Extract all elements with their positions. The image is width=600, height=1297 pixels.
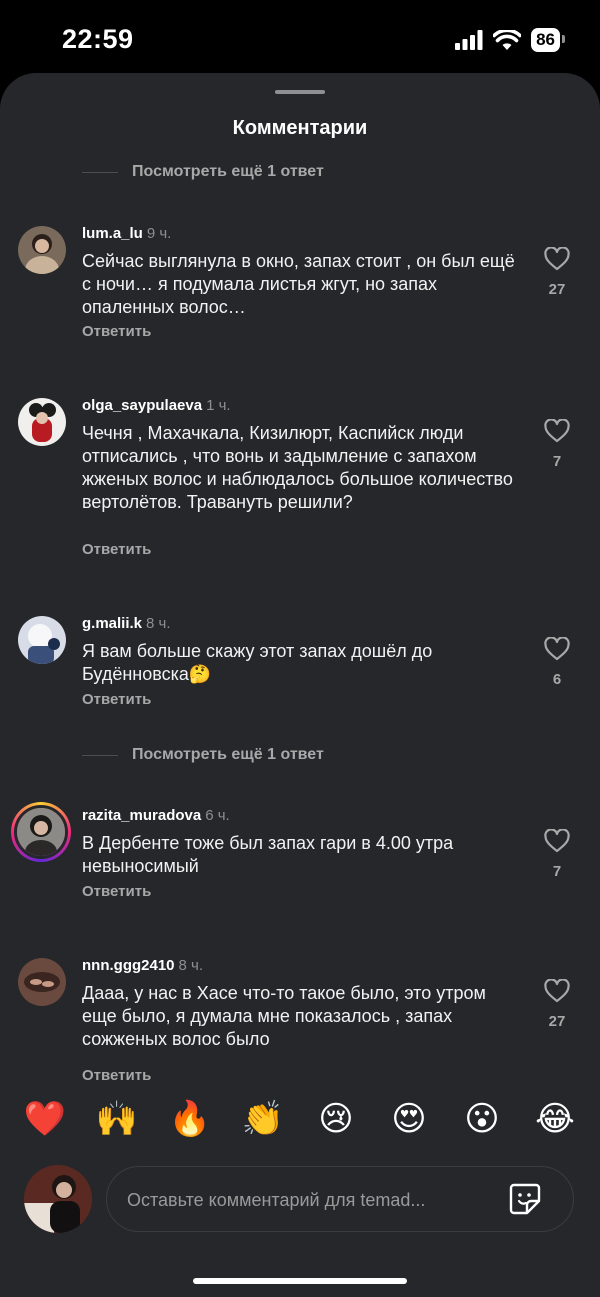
comment-input[interactable] xyxy=(125,1185,489,1215)
heart-outline-icon xyxy=(544,247,570,271)
avatar-with-story-ring[interactable] xyxy=(11,802,71,862)
like-count: 7 xyxy=(552,453,562,470)
comment-time: 9 ч. xyxy=(146,225,172,242)
comment-item: g.malii.k 8 ч. Я вам больше скажу этот за… xyxy=(0,615,600,736)
comment-username[interactable]: razita_muradova xyxy=(82,807,201,824)
reaction-heart-eyes[interactable]: 😍 xyxy=(386,1096,432,1142)
heart-outline-icon xyxy=(544,637,570,661)
comments-list[interactable]: Посмотреть ещё 1 ответ lum.a_lu 9 ч. Сейч… xyxy=(0,158,600,1148)
comment-time: 6 ч. xyxy=(205,807,230,824)
comment-item: nnn.ggg2410 8 ч. Дааа, у нас в Хасе что-т… xyxy=(0,957,600,1098)
view-more-replies-label: Посмотреть ещё 1 ответ xyxy=(132,163,324,180)
divider-line xyxy=(82,754,118,756)
status-time: 22:59 xyxy=(62,24,134,54)
avatar[interactable] xyxy=(18,958,66,1006)
like-button[interactable]: 27 xyxy=(540,979,574,1030)
cellular-signal-icon xyxy=(455,30,483,50)
wifi-icon xyxy=(493,30,522,50)
like-button[interactable]: 27 xyxy=(540,247,574,298)
reply-button[interactable]: Ответить xyxy=(82,691,151,708)
comment-username[interactable]: olga_saypulaeva xyxy=(82,397,202,414)
home-indicator xyxy=(193,1278,407,1284)
reply-button[interactable]: Ответить xyxy=(82,541,151,558)
comment-username[interactable]: lum.a_lu xyxy=(82,225,143,242)
comment-header: g.malii.k 8 ч. xyxy=(82,615,171,632)
comment-item: olga_saypulaeva 1 ч. Чечня , Махачкала, К… xyxy=(0,397,600,578)
comment-text: В Дербенте тоже был запах гари в 4.00 ут… xyxy=(82,833,454,876)
comment-time: 1 ч. xyxy=(206,397,231,414)
like-count: 6 xyxy=(552,671,562,688)
current-user-avatar xyxy=(24,1165,92,1233)
comment-text: Я вам больше скажу этот запах дошёл до Б… xyxy=(82,641,433,684)
battery-indicator: 86 xyxy=(531,28,565,52)
comment-header: lum.a_lu 9 ч. xyxy=(82,225,171,242)
reaction-fire[interactable]: 🔥 xyxy=(167,1096,213,1142)
avatar[interactable] xyxy=(18,616,66,664)
comment-username[interactable]: g.malii.k xyxy=(82,615,142,632)
sticker-icon[interactable] xyxy=(507,1181,543,1217)
comment-time: 8 ч. xyxy=(178,957,204,974)
comment-text: Дааа, у нас в Хасе что-то такое было, эт… xyxy=(82,983,486,1049)
avatar[interactable] xyxy=(18,398,66,446)
reaction-heart[interactable]: ❤️ xyxy=(22,1096,68,1142)
comment-input-box[interactable] xyxy=(106,1166,574,1232)
reaction-raised-hands[interactable]: 🙌 xyxy=(94,1096,140,1142)
status-bar: 22:59 86 xyxy=(0,0,600,75)
status-icons: 86 xyxy=(455,28,565,52)
comment-item: razita_muradova 6 ч. В Дербенте тоже был … xyxy=(0,802,600,928)
comment-item: lum.a_lu 9 ч. Сейчас выглянула в окно, за… xyxy=(0,225,600,356)
quick-reactions-bar: ❤️ 🙌 🔥 👏 😢 😍 😮 😂 xyxy=(0,1096,600,1142)
view-more-replies[interactable]: Посмотреть ещё 1 ответ xyxy=(82,746,324,764)
comment-header: razita_muradova 6 ч. xyxy=(82,807,230,824)
reply-button[interactable]: Ответить xyxy=(82,323,151,340)
reaction-surprised[interactable]: 😮 xyxy=(459,1096,505,1142)
view-more-replies[interactable]: Посмотреть ещё 1 ответ xyxy=(82,163,324,181)
comment-time: 8 ч. xyxy=(146,615,171,632)
comment-username[interactable]: nnn.ggg2410 xyxy=(82,957,175,974)
comment-composer xyxy=(0,1165,600,1245)
reaction-clap[interactable]: 👏 xyxy=(240,1096,286,1142)
reply-button[interactable]: Ответить xyxy=(82,1067,151,1084)
comment-header: nnn.ggg2410 8 ч. xyxy=(82,957,203,974)
reaction-crying[interactable]: 😢 xyxy=(313,1096,359,1142)
reaction-laughing[interactable]: 😂 xyxy=(532,1096,578,1142)
heart-outline-icon xyxy=(544,419,570,443)
avatar[interactable] xyxy=(18,226,66,274)
heart-outline-icon xyxy=(544,979,570,1003)
like-count: 27 xyxy=(548,1013,566,1030)
comment-text: Сейчас выглянула в окно, запах стоит , о… xyxy=(82,251,515,317)
comments-sheet: Комментарии Посмотреть ещё 1 ответ lum.a… xyxy=(0,73,600,1297)
like-count: 7 xyxy=(552,863,562,880)
like-count: 27 xyxy=(548,281,566,298)
like-button[interactable]: 6 xyxy=(540,637,574,688)
like-button[interactable]: 7 xyxy=(540,419,574,470)
view-more-replies-label: Посмотреть ещё 1 ответ xyxy=(132,746,324,763)
comment-header: olga_saypulaeva 1 ч. xyxy=(82,397,231,414)
comment-text: Чечня , Махачкала, Кизилюрт, Каспийск лю… xyxy=(82,423,513,512)
divider-line xyxy=(82,171,118,173)
reply-button[interactable]: Ответить xyxy=(82,883,151,900)
sheet-title: Комментарии xyxy=(232,117,368,139)
like-button[interactable]: 7 xyxy=(540,829,574,880)
sheet-grabber[interactable] xyxy=(275,90,325,94)
heart-outline-icon xyxy=(544,829,570,853)
